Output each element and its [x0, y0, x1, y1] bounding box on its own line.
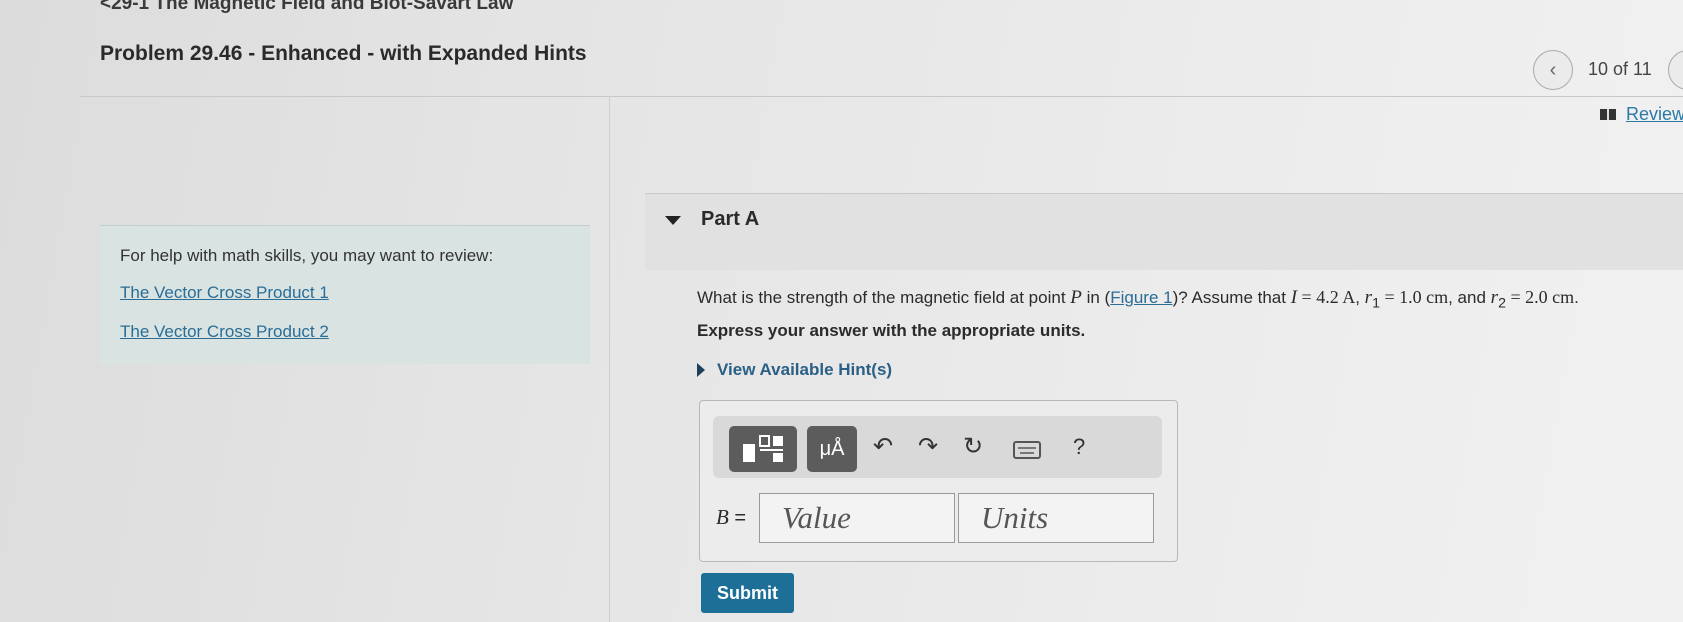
review-link[interactable]: Review	[1600, 104, 1683, 125]
view-hints-label: View Available Hint(s)	[717, 360, 893, 379]
book-icon	[1600, 109, 1616, 120]
question-text: What is the strength of the magnetic fie…	[697, 287, 1579, 312]
problem-counter: 10 of 11	[1588, 59, 1652, 79]
templates-icon	[743, 435, 783, 462]
page-title: Problem 29.46 - Enhanced - with Expanded…	[100, 42, 587, 65]
column-divider	[609, 96, 610, 622]
submit-button[interactable]: Submit	[701, 573, 794, 613]
breadcrumb[interactable]: <29-1 The Magnetic Field and Biot-Savart…	[100, 0, 513, 15]
answer-variable-label: B =	[716, 505, 747, 529]
templates-button[interactable]	[729, 426, 797, 472]
answer-panel: μÅ ↶ ↷ ↻ ? B =	[699, 400, 1178, 562]
vector-cross-product-2-link[interactable]: The Vector Cross Product 2	[120, 322, 329, 342]
value-input[interactable]	[759, 493, 955, 543]
caret-down-icon	[665, 216, 681, 225]
undo-icon[interactable]: ↶	[873, 432, 893, 461]
help-icon[interactable]: ?	[1073, 434, 1085, 460]
next-problem-button[interactable]	[1668, 50, 1683, 90]
part-a-header[interactable]: Part A	[645, 193, 1683, 270]
answer-instruction: Express your answer with the appropriate…	[697, 321, 1086, 340]
view-hints-toggle[interactable]: View Available Hint(s)	[697, 360, 892, 380]
reset-icon[interactable]: ↻	[963, 432, 983, 461]
part-a-label: Part A	[701, 208, 760, 230]
units-icon: μÅ	[819, 437, 845, 460]
math-help-panel: For help with math skills, you may want …	[100, 225, 590, 364]
help-text: For help with math skills, you may want …	[120, 246, 494, 265]
redo-icon[interactable]: ↷	[918, 432, 938, 461]
units-input[interactable]	[958, 493, 1154, 543]
previous-problem-button[interactable]: ‹	[1533, 50, 1573, 90]
math-toolbar: μÅ ↶ ↷ ↻ ?	[713, 416, 1162, 478]
caret-right-icon	[697, 363, 705, 377]
vector-cross-product-1-link[interactable]: The Vector Cross Product 1	[120, 283, 329, 303]
keyboard-icon[interactable]	[1013, 438, 1041, 466]
chevron-left-icon: ‹	[1549, 58, 1557, 81]
units-button[interactable]: μÅ	[807, 426, 857, 472]
header-divider	[80, 96, 1683, 97]
figure-link[interactable]: Figure 1	[1110, 288, 1172, 307]
review-label: Review	[1626, 104, 1683, 124]
